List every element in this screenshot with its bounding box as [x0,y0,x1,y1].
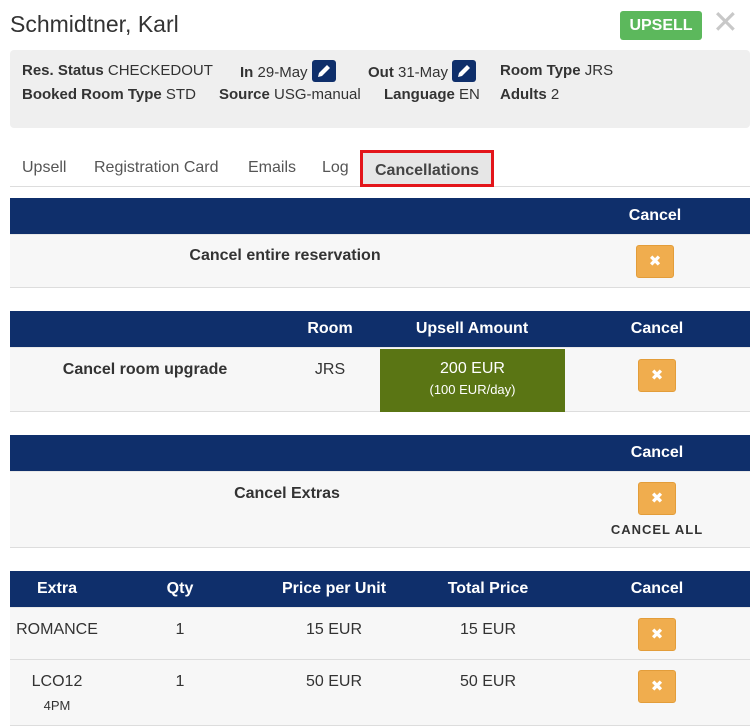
extra-qty: 1 [175,621,185,638]
header-cancel: Cancel [630,580,684,597]
booked-room-type: Booked Room Type STD [22,86,196,103]
tab-cancellations[interactable]: Cancellations [360,150,495,187]
header-total-price: Total Price [447,580,529,597]
adults: Adults 2 [500,86,559,103]
check-in: In 29-May [240,60,336,84]
res-status: Res. Status CHECKEDOUT [22,62,213,79]
source: Source USG-manual [219,86,361,103]
room-type: Room Type JRS [500,62,613,79]
upsell-badge[interactable]: UPSELL [620,11,702,40]
cancel-reservation-button[interactable]: ✖ [636,245,674,278]
check-out: Out 31-May [368,60,477,84]
room-type-value: JRS [584,62,614,79]
header-upsell-amount: Upsell Amount [415,320,529,337]
cancel-extra-button[interactable]: ✖ [638,618,676,651]
cancel-upgrade-label: Cancel room upgrade [62,361,228,378]
tab-log[interactable]: Log [322,159,349,177]
check-out-value: 31-May [398,63,449,81]
table-header: Room Upsell Amount Cancel [10,311,750,347]
source-value: USG-manual [274,86,361,103]
edit-check-out-pencil-icon[interactable] [452,60,477,82]
header-qty: Qty [166,580,194,597]
res-status-value: CHECKEDOUT [107,62,213,79]
tab-upsell[interactable]: Upsell [22,159,66,177]
language: Language EN [384,86,480,103]
cancel-upgrade-table: Room Upsell Amount Cancel Cancel room up… [10,311,750,413]
upsell-amount-detail: (100 EUR/day) [429,382,516,397]
table-row: Cancel Extras ✖ CANCEL ALL [10,471,750,548]
cancel-all-label: CANCEL ALL [610,522,704,537]
extra-subtitle: 4PM [43,698,71,713]
header: Schmidtner, Karl UPSELL ✕ [10,6,743,44]
source-label: Source [219,86,270,103]
table-row: Cancel entire reservation ✖ [10,234,750,288]
tab-emails[interactable]: Emails [248,159,296,177]
cancel-upgrade-button[interactable]: ✖ [638,359,676,392]
header-cancel: Cancel [630,444,684,461]
cancel-all-extras-button[interactable]: ✖ [638,482,676,515]
res-status-label: Res. Status [22,62,104,79]
header-room: Room [307,320,353,337]
reservation-info-panel: Res. Status CHECKEDOUT In 29-May Out 31-… [10,50,750,128]
extra-name: ROMANCE [16,621,98,638]
extras-table: Extra Qty Price per Unit Total Price Can… [10,571,750,726]
extra-name: LCO12 [31,673,83,690]
language-value: EN [459,86,480,103]
cancel-reservation-label: Cancel entire reservation [189,247,381,264]
table-row: ROMANCE 1 15 EUR 15 EUR ✖ [10,607,750,660]
booked-room-type-label: Booked Room Type [22,86,162,103]
adults-value: 2 [550,86,560,103]
table-header: Cancel [10,198,750,234]
cancel-reservation-table: Cancel Cancel entire reservation ✖ [10,198,750,288]
tab-bar: Upsell Registration Card Emails Log Canc… [10,150,750,187]
extra-unit-price: 15 EUR [305,621,363,638]
guest-name: Schmidtner, Karl [10,11,179,37]
room-type-label: Room Type [500,62,581,79]
cancel-extras-table: Cancel Cancel Extras ✖ CANCEL ALL [10,435,750,548]
extra-qty: 1 [175,673,185,690]
check-in-value: 29-May [257,63,308,81]
cancel-extras-label: Cancel Extras [234,485,340,502]
tab-registration-card[interactable]: Registration Card [94,159,219,177]
table-header: Cancel [10,435,750,471]
header-price-per-unit: Price per Unit [281,580,387,597]
upgrade-room: JRS [314,361,346,378]
edit-check-in-pencil-icon[interactable] [311,60,336,82]
extra-unit-price: 50 EUR [305,673,363,690]
close-icon[interactable]: ✕ [712,6,739,38]
upsell-amount-cell: 200 EUR (100 EUR/day) [380,349,565,412]
header-extra: Extra [36,580,78,597]
check-out-label: Out [368,63,394,81]
language-label: Language [384,86,455,103]
header-cancel: Cancel [628,207,682,224]
check-in-label: In [240,63,254,81]
upsell-amount: 200 EUR [440,360,505,377]
header-cancel: Cancel [630,320,684,337]
table-header: Extra Qty Price per Unit Total Price Can… [10,571,750,607]
cancel-extra-button[interactable]: ✖ [638,670,676,703]
extra-total-price: 50 EUR [459,673,517,690]
extra-total-price: 15 EUR [459,621,517,638]
table-row: LCO12 4PM 1 50 EUR 50 EUR ✖ [10,660,750,726]
adults-label: Adults [500,86,547,103]
booked-room-type-value: STD [165,86,196,103]
table-row: Cancel room upgrade JRS 200 EUR (100 EUR… [10,347,750,412]
